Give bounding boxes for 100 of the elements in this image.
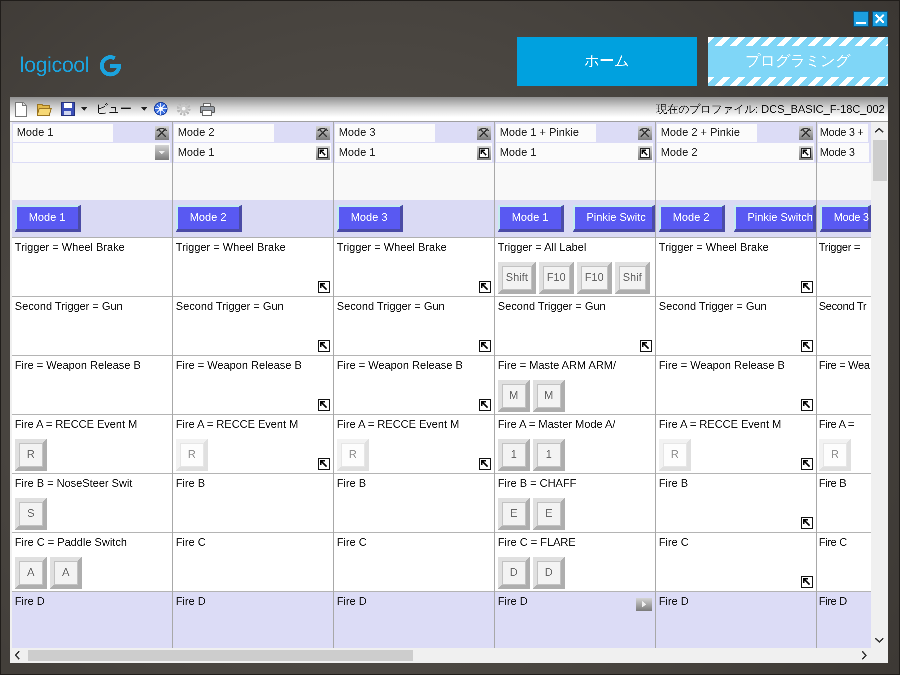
new-document-icon[interactable] <box>15 102 27 116</box>
play-icon[interactable] <box>636 598 652 611</box>
mode-name-field[interactable]: Mode 1 + Pinkie <box>496 124 596 142</box>
printer-icon[interactable] <box>200 102 215 116</box>
mode-button[interactable]: Pinkie Switch <box>734 205 816 232</box>
grid-cell[interactable]: Fire C <box>334 533 494 592</box>
caret-down-icon[interactable] <box>141 107 148 111</box>
grid-cell[interactable]: Second Tr <box>817 297 871 356</box>
grid-cell[interactable]: Trigger = Wheel Brake <box>656 238 816 297</box>
arrow-box-icon[interactable] <box>801 576 813 588</box>
crossed-tools-icon[interactable] <box>316 126 330 140</box>
close-icon[interactable] <box>872 11 888 27</box>
grid-cell[interactable]: Fire C <box>656 533 816 592</box>
arrow-box-icon[interactable] <box>801 340 813 352</box>
arrow-box-icon[interactable] <box>801 458 813 470</box>
mode-button[interactable]: Mode 2 <box>659 205 725 232</box>
grid-cell[interactable]: Fire = Weapon Release B <box>334 356 494 415</box>
crossed-tools-icon[interactable] <box>799 126 813 140</box>
arrow-box-icon[interactable] <box>479 281 491 293</box>
mode-name-field[interactable]: Mode 2 + Pinkie <box>657 124 757 142</box>
grid-cell[interactable]: Fire B <box>334 474 494 533</box>
grid-cell[interactable]: Second Trigger = Gun <box>12 297 172 356</box>
grid-cell[interactable]: Fire D <box>656 592 816 648</box>
open-folder-icon[interactable] <box>37 102 52 116</box>
mode-button[interactable]: Mode 1 <box>498 205 564 232</box>
grid-cell[interactable]: Trigger = Wheel Brake <box>334 238 494 297</box>
arrow-box-icon[interactable] <box>318 458 330 470</box>
grid-cell[interactable]: Second Trigger = Gun <box>656 297 816 356</box>
arrow-box-icon[interactable] <box>801 399 813 411</box>
arrow-box-icon[interactable] <box>318 281 330 293</box>
arrow-box-icon[interactable] <box>640 340 652 352</box>
grid-cell[interactable]: Fire = Wea <box>817 356 871 415</box>
grid-cell[interactable]: Fire B <box>173 474 333 533</box>
grid-cell[interactable]: Fire C = FLARE D D <box>495 533 655 592</box>
mode-name-field[interactable]: Mode 2 <box>174 124 274 142</box>
grid-cell[interactable]: Trigger = Wheel Brake <box>173 238 333 297</box>
grid-cell[interactable]: Second Trigger = Gun <box>495 297 655 356</box>
arrow-box-icon[interactable] <box>638 146 652 160</box>
grid-cell[interactable]: Trigger = All Label Shift F10 F10 Shif <box>495 238 655 297</box>
arrow-box-icon[interactable] <box>318 340 330 352</box>
arrow-box-icon[interactable] <box>318 399 330 411</box>
mode-name-field[interactable]: Mode 3 + <box>818 124 868 142</box>
grid-cell[interactable]: Fire C <box>817 533 871 592</box>
arrow-box-icon[interactable] <box>477 146 491 160</box>
arrow-box-icon[interactable] <box>801 517 813 529</box>
caret-up-icon[interactable] <box>875 128 884 133</box>
arrow-box-icon[interactable] <box>479 458 491 470</box>
grid-cell[interactable]: Fire = Maste ARM ARM/ M M <box>495 356 655 415</box>
view-menu-button[interactable]: ビュー <box>96 100 148 118</box>
minimize-icon[interactable] <box>853 11 869 27</box>
grid-cell[interactable]: Fire = Weapon Release B <box>12 356 172 415</box>
grid-cell[interactable]: Fire A = RECCE Event M R <box>12 415 172 474</box>
mode-button[interactable]: Mode 3 <box>337 205 403 232</box>
mode-button[interactable]: Mode 2 <box>176 205 242 232</box>
arrow-box-icon[interactable] <box>799 146 813 160</box>
dropdown-caret-icon[interactable] <box>155 145 169 160</box>
keycap: Shift <box>498 262 536 294</box>
grid-cell[interactable]: Second Trigger = Gun <box>334 297 494 356</box>
grid-cell[interactable]: Fire D <box>817 592 871 648</box>
grid-cell[interactable]: Fire C = Paddle Switch A A <box>12 533 172 592</box>
grid-cell[interactable]: Second Trigger = Gun <box>173 297 333 356</box>
grid-cell[interactable]: Fire = Weapon Release B <box>656 356 816 415</box>
caret-right-icon[interactable] <box>862 651 867 660</box>
mode-button[interactable]: Pinkie Switc <box>572 205 655 232</box>
arrow-box-icon[interactable] <box>316 146 330 160</box>
base-mode-field[interactable]: Mode 1 <box>335 143 492 162</box>
grid-cell[interactable]: Fire A = Master Mode A/ 1 1 <box>495 415 655 474</box>
caret-down-icon[interactable] <box>81 107 88 111</box>
grid-cell[interactable]: Fire B <box>656 474 816 533</box>
base-mode-field[interactable]: Mode 1 <box>174 143 331 162</box>
mode-button[interactable]: Mode 1 <box>15 205 81 232</box>
mode-button[interactable]: Mode 3 <box>820 205 871 232</box>
arrow-box-icon[interactable] <box>801 281 813 293</box>
arrow-box-icon[interactable] <box>479 399 491 411</box>
arrow-box-icon[interactable] <box>479 340 491 352</box>
grid-cell[interactable]: Fire D <box>334 592 494 648</box>
mode-name-field[interactable]: Mode 3 <box>335 124 435 142</box>
grid-cell[interactable]: Fire C <box>173 533 333 592</box>
caret-left-icon[interactable] <box>15 651 20 660</box>
wheel-icon[interactable] <box>154 102 168 116</box>
grid-cell[interactable]: Fire D <box>173 592 333 648</box>
grid-cell[interactable]: Fire B = NoseSteer Swit S <box>12 474 172 533</box>
grid-cell[interactable]: Fire D <box>12 592 172 648</box>
scrollbar-thumb[interactable] <box>872 140 886 181</box>
base-mode-field[interactable]: Mode 3 <box>818 143 869 162</box>
assignment-text: Fire C <box>819 536 848 550</box>
crossed-tools-icon[interactable] <box>477 126 491 140</box>
crossed-tools-icon[interactable] <box>155 126 169 140</box>
grid-cell[interactable]: Fire = Weapon Release B <box>173 356 333 415</box>
grid-cell[interactable]: Fire B <box>817 474 871 533</box>
grid-cell[interactable]: Trigger = Wheel Brake <box>12 238 172 297</box>
mode-name-field[interactable]: Mode 1 <box>13 124 113 142</box>
base-mode-field[interactable]: Mode 2 <box>657 143 814 162</box>
scrollbar-thumb[interactable] <box>28 650 413 661</box>
grid-cell[interactable]: Fire B = CHAFF E E <box>495 474 655 533</box>
grid-cell[interactable]: Trigger = <box>817 238 871 297</box>
grid-cell[interactable]: Fire D <box>495 592 655 648</box>
base-mode-field[interactable]: Mode 1 <box>496 143 653 162</box>
caret-down-icon[interactable] <box>875 638 884 643</box>
crossed-tools-icon[interactable] <box>638 126 652 140</box>
